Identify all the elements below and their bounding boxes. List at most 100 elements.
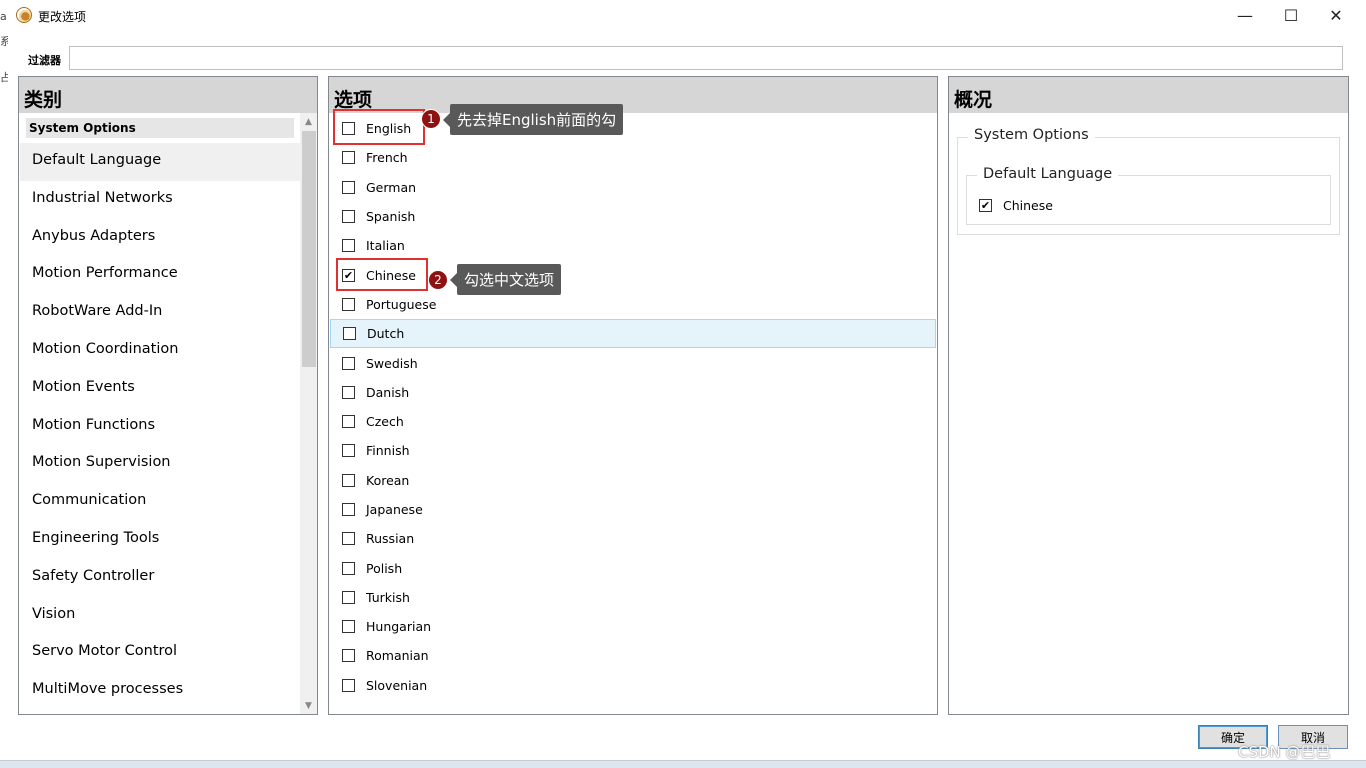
filter-label: 过滤器	[28, 54, 61, 67]
checkbox-russian[interactable]	[342, 532, 355, 546]
option-italian[interactable]: Italian	[330, 231, 936, 260]
option-czech[interactable]: Czech	[330, 407, 936, 436]
option-label: Russian	[366, 531, 415, 547]
checkbox-german[interactable]	[342, 180, 355, 194]
checkbox-finnish[interactable]	[342, 444, 355, 458]
title-bar: 更改选项 — ☐ ✕	[0, 0, 1366, 32]
options-header: 选项	[329, 77, 937, 113]
checkbox-czech[interactable]	[342, 415, 355, 429]
annotation-box-chinese	[336, 258, 428, 291]
option-german[interactable]: German	[330, 173, 936, 202]
category-item-multimove-processes[interactable]: MultiMove processes	[20, 672, 300, 710]
app-icon	[16, 7, 32, 23]
checkbox-korean[interactable]	[342, 473, 355, 487]
option-label: Czech	[366, 414, 404, 430]
option-russian[interactable]: Russian	[330, 524, 936, 553]
window-title: 更改选项	[38, 10, 87, 24]
option-slovenian[interactable]: Slovenian	[330, 671, 936, 700]
category-item-motion-coordination[interactable]: Motion Coordination	[20, 332, 300, 370]
checkbox-swedish[interactable]	[342, 356, 355, 370]
taskbar-edge	[0, 760, 1366, 768]
checkbox-spanish[interactable]	[342, 210, 355, 224]
summary-subgroup-label: Default Language	[977, 166, 1119, 182]
summary-option-label: Chinese	[1003, 198, 1053, 213]
category-item-communication[interactable]: Communication	[20, 483, 300, 521]
category-item-robotware-add-in[interactable]: RobotWare Add-In	[20, 294, 300, 332]
options-panel: 选项 English French German Spanish Italian…	[328, 76, 938, 715]
option-portuguese[interactable]: Portuguese	[330, 290, 936, 319]
option-label: Finnish	[366, 443, 410, 459]
checkbox-hungarian[interactable]	[342, 620, 355, 634]
category-item-industrial-networks[interactable]: Industrial Networks	[20, 181, 300, 219]
background-text-fragment: a	[0, 10, 7, 23]
option-polish[interactable]: Polish	[330, 553, 936, 582]
summary-header: 概况	[949, 77, 1348, 113]
callout-badge-2: 2	[428, 270, 448, 290]
option-label: Slovenian	[366, 677, 428, 693]
option-label: Portuguese	[366, 296, 437, 312]
option-label: Danish	[366, 384, 410, 400]
checkbox-french[interactable]	[342, 151, 355, 165]
summary-selected-option: ✔ Chinese	[979, 198, 1053, 213]
option-dutch[interactable]: Dutch	[330, 319, 936, 349]
option-turkish[interactable]: Turkish	[330, 583, 936, 612]
checkbox-slovenian[interactable]	[342, 678, 355, 692]
callout-tip-2: 勾选中文选项	[449, 264, 562, 295]
filter-input[interactable]	[69, 46, 1343, 70]
category-item-motion-events[interactable]: Motion Events	[20, 370, 300, 408]
option-label: Dutch	[367, 326, 405, 342]
watermark: CSDN @巴巴	[1238, 743, 1331, 761]
option-label: Polish	[366, 560, 403, 576]
checkbox-italian[interactable]	[342, 239, 355, 253]
option-label: Romanian	[366, 648, 429, 664]
category-group-label: System Options	[26, 118, 294, 138]
checkbox-romanian[interactable]	[342, 649, 355, 663]
category-item-motion-performance[interactable]: Motion Performance	[20, 256, 300, 294]
scroll-thumb[interactable]	[302, 131, 316, 367]
option-finnish[interactable]: Finnish	[330, 436, 936, 465]
categories-header: 类别	[19, 77, 317, 113]
category-item-motion-supervision[interactable]: Motion Supervision	[20, 445, 300, 483]
background-text-fragment: 占	[0, 71, 8, 84]
scroll-up-icon[interactable]: ▲	[300, 113, 317, 130]
option-japanese[interactable]: Japanese	[330, 495, 936, 524]
option-label: French	[366, 150, 408, 166]
option-label: Hungarian	[366, 619, 432, 635]
option-list: English French German Spanish Italian ✔ C…	[330, 114, 936, 700]
categories-panel: 类别 System Options Default Language Indus…	[18, 76, 318, 715]
option-swedish[interactable]: Swedish	[330, 348, 936, 377]
category-item-engineering-tools[interactable]: Engineering Tools	[20, 521, 300, 559]
checkbox-danish[interactable]	[342, 385, 355, 399]
option-french[interactable]: French	[330, 143, 936, 172]
checkbox-portuguese[interactable]	[342, 297, 355, 311]
category-scrollbar[interactable]: ▲ ▼	[300, 113, 317, 714]
summary-panel: 概况 System Options Default Language ✔ Chi…	[948, 76, 1349, 715]
option-romanian[interactable]: Romanian	[330, 641, 936, 670]
category-item-anybus-adapters[interactable]: Anybus Adapters	[20, 219, 300, 257]
checkbox-turkish[interactable]	[342, 590, 355, 604]
category-item-default-language[interactable]: Default Language	[20, 143, 300, 181]
option-label: Spanish	[366, 209, 416, 225]
option-danish[interactable]: Danish	[330, 378, 936, 407]
option-korean[interactable]: Korean	[330, 466, 936, 495]
option-hungarian[interactable]: Hungarian	[330, 612, 936, 641]
maximize-button[interactable]: ☐	[1268, 0, 1314, 30]
annotation-box-english	[333, 109, 425, 145]
option-label: Japanese	[366, 502, 423, 517]
summary-group-label: System Options	[968, 127, 1095, 143]
checkbox-dutch[interactable]	[343, 327, 356, 341]
callout-tip-1: 先去掉English前面的勾	[442, 104, 624, 135]
option-label: Korean	[366, 472, 410, 488]
callout-badge-1: 1	[421, 109, 441, 129]
category-item-servo-motor-control[interactable]: Servo Motor Control	[20, 634, 300, 672]
category-item-safety-controller[interactable]: Safety Controller	[20, 559, 300, 597]
option-spanish[interactable]: Spanish	[330, 202, 936, 231]
scroll-down-icon[interactable]: ▼	[300, 697, 317, 714]
checkbox-polish[interactable]	[342, 561, 355, 575]
checkbox-japanese[interactable]	[342, 503, 355, 516]
category-item-motion-functions[interactable]: Motion Functions	[20, 408, 300, 446]
option-label: German	[366, 179, 417, 195]
minimize-button[interactable]: —	[1222, 0, 1268, 30]
category-item-vision[interactable]: Vision	[20, 597, 300, 635]
close-button[interactable]: ✕	[1313, 0, 1359, 30]
